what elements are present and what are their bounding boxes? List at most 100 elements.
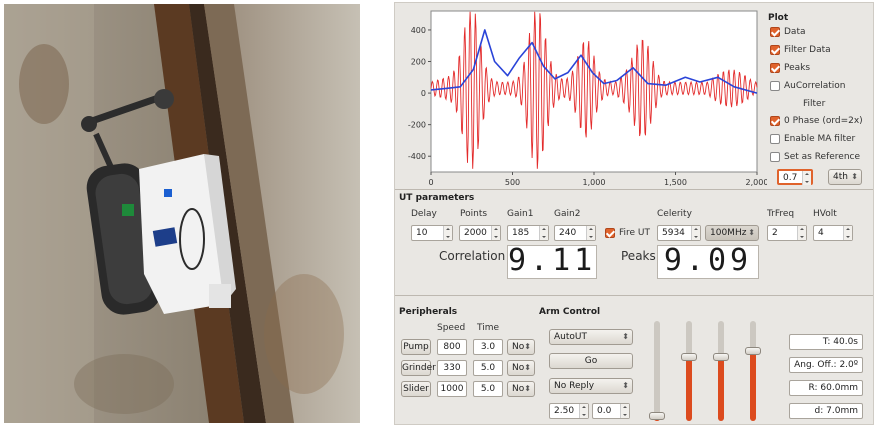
- peaks-label: Peaks: [621, 249, 656, 263]
- ut-section-title: UT parameters: [399, 193, 475, 203]
- filter-cutoff-arrows-icon[interactable]: [802, 171, 811, 185]
- gain1-spinbox[interactable]: 185: [507, 225, 549, 241]
- gain1-arrows-icon[interactable]: [539, 226, 548, 240]
- pump-state-value: No: [512, 342, 525, 352]
- gain2-value: 240: [559, 228, 577, 238]
- grinder-state-select[interactable]: No: [507, 360, 535, 376]
- sample-rate-value: 100MHz: [710, 228, 747, 238]
- y-tick-label: 0: [421, 89, 426, 98]
- time-readout: T: 40.0s: [789, 334, 863, 350]
- peaks-checkbox-box[interactable]: [770, 63, 780, 73]
- filter-cutoff-spinbox[interactable]: 0.7: [777, 169, 813, 185]
- y-tick-label: -200: [408, 121, 426, 130]
- filter-data-checkbox[interactable]: Filter Data: [770, 45, 831, 55]
- gain1-value: 185: [512, 228, 530, 238]
- arm-slider-4-handle[interactable]: [745, 347, 761, 355]
- delay-value: 10: [416, 228, 428, 238]
- speed-header: Speed: [437, 323, 466, 333]
- autocorrelation-checkbox[interactable]: AuCorrelation: [770, 81, 846, 91]
- set-reference-checkbox-box[interactable]: [770, 152, 780, 162]
- arm-slider-4-fill: [750, 351, 756, 421]
- ma-filter-checkbox-box[interactable]: [770, 134, 780, 144]
- arm-mode-select[interactable]: AutoUT: [549, 329, 633, 345]
- gain2-spinbox[interactable]: 240: [554, 225, 596, 241]
- filter-data-checkbox-label: Filter Data: [784, 45, 831, 55]
- arm-slider-1-handle[interactable]: [649, 412, 665, 420]
- slider-button[interactable]: Slider: [401, 381, 431, 397]
- points-value: 2000: [464, 228, 487, 238]
- signal-chart: 400 200 0 -200 -400 0 500 1,000 1,500 2,000: [408, 10, 767, 187]
- chart-plot-area: [430, 10, 758, 173]
- grinder-time[interactable]: 5.0: [473, 360, 503, 376]
- reply-select[interactable]: No Reply: [549, 378, 633, 394]
- pump-button[interactable]: Pump: [401, 339, 431, 355]
- filter-data-checkbox-box[interactable]: [770, 45, 780, 55]
- arm-slider-3-handle[interactable]: [713, 353, 729, 361]
- delay-header: Delay: [411, 209, 437, 219]
- arm-value-a-spinbox[interactable]: 2.50: [549, 403, 589, 419]
- points-arrows-icon[interactable]: [491, 226, 500, 240]
- arm-mode-value: AutoUT: [554, 332, 587, 342]
- fire-ut-checkbox[interactable]: Fire UT: [605, 228, 650, 238]
- filter-cutoff-value: 0.7: [783, 173, 798, 183]
- celerity-spinbox[interactable]: 5934: [657, 225, 701, 241]
- arm-slider-3[interactable]: [713, 321, 729, 421]
- slider-speed[interactable]: 1000: [437, 381, 467, 397]
- pump-speed[interactable]: 800: [437, 339, 467, 355]
- arm-value-b-arrows-icon[interactable]: [620, 404, 629, 418]
- data-checkbox-box[interactable]: [770, 27, 780, 37]
- celerity-arrows-icon[interactable]: [691, 226, 700, 240]
- celerity-header: Celerity: [657, 209, 692, 219]
- grinder-speed[interactable]: 330: [437, 360, 467, 376]
- trfreq-spinbox[interactable]: 2: [767, 225, 807, 241]
- plot-section-title: Plot: [768, 13, 789, 23]
- reply-value: No Reply: [554, 381, 595, 391]
- angle-offset-readout: Ang. Off.: 2.0º: [789, 357, 863, 373]
- hvolt-spinbox[interactable]: 4: [813, 225, 853, 241]
- go-button[interactable]: Go: [549, 353, 633, 369]
- arm-slider-4[interactable]: [745, 321, 761, 421]
- gain2-arrows-icon[interactable]: [586, 226, 595, 240]
- data-checkbox[interactable]: Data: [770, 27, 806, 37]
- points-spinbox[interactable]: 2000: [459, 225, 501, 241]
- sample-rate-select[interactable]: 100MHz: [705, 225, 759, 241]
- celerity-value: 5934: [662, 228, 685, 238]
- slider-state-select[interactable]: No: [507, 381, 535, 397]
- filter-title: Filter: [803, 99, 826, 109]
- x-tick-label: 1,500: [664, 178, 687, 187]
- arm-value-a-arrows-icon[interactable]: [579, 404, 588, 418]
- zero-phase-checkbox-box[interactable]: [770, 116, 780, 126]
- hvolt-arrows-icon[interactable]: [843, 226, 852, 240]
- set-reference-checkbox[interactable]: Set as Reference: [770, 152, 860, 162]
- delay-arrows-icon[interactable]: [443, 226, 452, 240]
- ma-filter-checkbox[interactable]: Enable MA filter: [770, 134, 855, 144]
- arm-value-b: 0.0: [597, 406, 612, 416]
- arm-slider-2[interactable]: [681, 321, 697, 421]
- arm-slider-2-fill: [686, 357, 692, 421]
- set-reference-checkbox-label: Set as Reference: [784, 152, 861, 162]
- grinder-button[interactable]: Grinder: [401, 360, 436, 376]
- arm-slider-1[interactable]: [649, 321, 665, 421]
- peaks-checkbox[interactable]: Peaks: [770, 63, 810, 73]
- peaks-display: 9.09: [657, 245, 759, 279]
- trfreq-header: TrFreq: [767, 209, 795, 219]
- pump-time[interactable]: 3.0: [473, 339, 503, 355]
- trfreq-arrows-icon[interactable]: [797, 226, 806, 240]
- hvolt-header: HVolt: [813, 209, 837, 219]
- autocorrelation-checkbox-box[interactable]: [770, 81, 780, 91]
- slider-time[interactable]: 5.0: [473, 381, 503, 397]
- slider-state-value: No: [512, 384, 525, 394]
- pump-state-select[interactable]: No: [507, 339, 535, 355]
- arm-value-b-spinbox[interactable]: 0.0: [592, 403, 630, 419]
- x-tick-label: 2,000: [746, 178, 767, 187]
- grinder-state-value: No: [512, 363, 525, 373]
- arm-slider-2-handle[interactable]: [681, 353, 697, 361]
- fire-ut-checkbox-box[interactable]: [605, 228, 615, 238]
- radius-readout: R: 60.0mm: [789, 380, 863, 396]
- data-checkbox-label: Data: [784, 27, 806, 37]
- filter-order-value: 4th: [833, 172, 848, 182]
- delay-spinbox[interactable]: 10: [411, 225, 453, 241]
- filter-order-select[interactable]: 4th: [828, 169, 862, 185]
- y-tick-label: 200: [411, 58, 426, 67]
- zero-phase-checkbox[interactable]: 0 Phase (ord=2x): [770, 116, 863, 126]
